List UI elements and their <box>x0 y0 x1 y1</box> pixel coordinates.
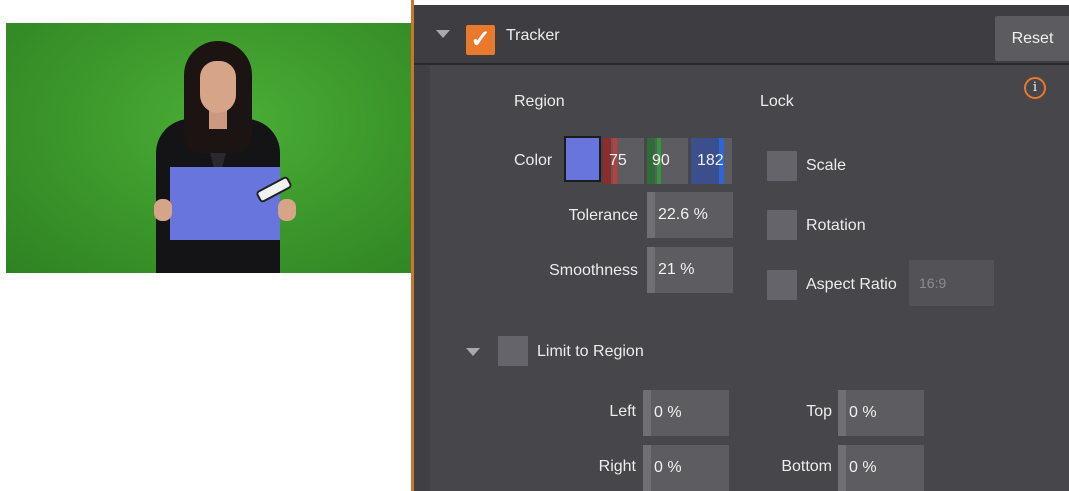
rotation-label: Rotation <box>806 217 866 234</box>
rotation-checkbox[interactable] <box>767 210 797 240</box>
red-value: 75 <box>609 152 627 169</box>
scale-checkbox[interactable] <box>767 151 797 181</box>
left-hand <box>154 199 172 221</box>
top-value: 0 % <box>849 404 877 421</box>
bottom-value: 0 % <box>849 459 877 476</box>
color-label: Color <box>514 152 553 169</box>
region-heading: Region <box>514 93 565 110</box>
smoothness-label: Smoothness <box>549 262 638 279</box>
left-field[interactable]: 0 % <box>643 390 729 436</box>
tolerance-value: 22.6 % <box>658 206 708 223</box>
left-value: 0 % <box>654 404 682 421</box>
green-value: 90 <box>652 152 670 169</box>
lock-heading: Lock <box>760 93 794 110</box>
top-label: Top <box>806 403 832 420</box>
bottom-field[interactable]: 0 % <box>838 445 924 491</box>
right-label: Right <box>598 458 636 475</box>
top-field[interactable]: 0 % <box>838 390 924 436</box>
left-label: Left <box>609 403 636 420</box>
blue-channel-field[interactable]: 182 <box>691 138 732 184</box>
section-indent <box>414 65 430 491</box>
right-value: 0 % <box>654 459 682 476</box>
aspect-ratio-label: Aspect Ratio <box>806 276 897 293</box>
collapse-tracker-icon[interactable] <box>436 30 450 38</box>
preview-image <box>6 23 412 273</box>
collapse-limit-icon[interactable] <box>466 348 480 356</box>
person-face <box>200 61 236 113</box>
red-channel-field[interactable]: 75 <box>603 138 644 184</box>
limit-to-region-label: Limit to Region <box>537 343 644 360</box>
tracker-panel: ✓ Tracker Reset i Region Color 75 90 182… <box>411 0 1069 491</box>
color-swatch[interactable] <box>564 136 601 182</box>
tracker-title: Tracker <box>506 27 560 44</box>
tracker-enable-checkbox[interactable]: ✓ <box>466 25 495 55</box>
blue-value: 182 <box>697 152 724 169</box>
reset-button[interactable]: Reset <box>995 16 1069 61</box>
bottom-label: Bottom <box>781 458 832 475</box>
right-field[interactable]: 0 % <box>643 445 729 491</box>
tolerance-field[interactable]: 22.6 % <box>647 192 733 238</box>
tracker-header: ✓ Tracker Reset <box>414 5 1069 65</box>
info-icon[interactable]: i <box>1024 77 1046 99</box>
aspect-ratio-checkbox[interactable] <box>767 270 797 300</box>
smoothness-field[interactable]: 21 % <box>647 247 733 293</box>
limit-to-region-checkbox[interactable] <box>498 336 528 366</box>
tolerance-label: Tolerance <box>568 207 638 224</box>
green-channel-field[interactable]: 90 <box>647 138 688 184</box>
smoothness-value: 21 % <box>658 261 695 278</box>
scale-label: Scale <box>806 157 847 174</box>
aspect-ratio-select[interactable]: 16:9 <box>909 260 994 306</box>
tracked-blue-card <box>170 167 280 240</box>
right-hand <box>278 199 296 221</box>
